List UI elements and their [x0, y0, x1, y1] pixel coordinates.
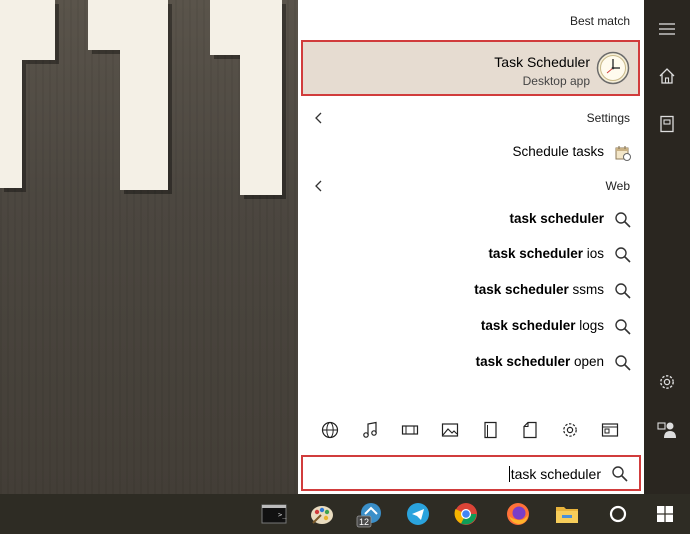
best-match-title: Task Scheduler: [494, 54, 590, 70]
taskbar: >_ 12: [0, 494, 690, 534]
search-filter-bar: [298, 410, 644, 450]
search-box[interactable]: task scheduler: [301, 455, 641, 491]
search-icon: [615, 212, 631, 228]
web-result-label: task scheduler ssms: [474, 282, 604, 297]
chevron-left-icon[interactable]: [311, 178, 327, 194]
schedule-tasks-icon: [615, 146, 631, 161]
web-result-item[interactable]: task scheduler open: [298, 345, 644, 381]
windows-start-icon[interactable]: [651, 500, 679, 528]
wallpaper-letter-shape: [120, 50, 168, 190]
image-icon[interactable]: [440, 420, 460, 440]
gear-icon[interactable]: [644, 362, 690, 402]
web-result-item[interactable]: task scheduler ios: [298, 237, 644, 273]
best-match-header: Best match: [569, 14, 630, 28]
web-result-item[interactable]: task scheduler: [298, 202, 644, 238]
web-result-label: task scheduler: [509, 211, 604, 226]
start-side-rail: [644, 0, 690, 494]
telegram-icon[interactable]: [404, 500, 432, 528]
task-scheduler-clock-icon: [596, 51, 630, 85]
list-item-schedule-tasks[interactable]: Schedule tasks: [298, 135, 644, 171]
user-icon[interactable]: [644, 410, 690, 450]
web-result-label: task scheduler logs: [480, 318, 604, 333]
web-header[interactable]: Web: [606, 179, 630, 193]
music-icon[interactable]: [360, 420, 380, 440]
svg-text:>_: >_: [278, 511, 287, 519]
file-explorer-icon[interactable]: [553, 500, 581, 528]
best-match-subtitle: Desktop app: [522, 74, 590, 88]
chevron-left-icon[interactable]: [311, 110, 327, 126]
web-result-item[interactable]: task scheduler ssms: [298, 273, 644, 309]
wallpaper-letter-shape: [210, 0, 282, 55]
settings-icon[interactable]: [560, 420, 580, 440]
taskbar-badge-count: 12: [359, 517, 369, 527]
search-icon: [612, 466, 628, 482]
wallpaper-letter-shape: [240, 55, 282, 195]
search-icon: [615, 247, 631, 263]
wallpaper-letter-shape: [0, 0, 55, 60]
cortana-icon[interactable]: [604, 500, 632, 528]
search-icon: [615, 319, 631, 335]
best-match-task-scheduler[interactable]: Task Scheduler Desktop app: [301, 40, 640, 96]
folder-icon[interactable]: [480, 420, 500, 440]
firefox-icon[interactable]: [504, 500, 532, 528]
apps-icon[interactable]: [600, 420, 620, 440]
wallpaper-letter-shape: [0, 60, 22, 188]
search-icon: [615, 355, 631, 371]
search-icon: [615, 283, 631, 299]
home-icon[interactable]: [644, 56, 690, 96]
terminal-icon[interactable]: >_: [260, 500, 288, 528]
wallpaper-letter-shape: [88, 0, 168, 50]
search-input[interactable]: task scheduler: [508, 466, 601, 482]
web-result-label: task scheduler ios: [488, 246, 604, 261]
document-icon[interactable]: [520, 420, 540, 440]
paint-icon[interactable]: [308, 500, 336, 528]
web-result-item[interactable]: task scheduler logs: [298, 309, 644, 345]
video-icon[interactable]: [400, 420, 420, 440]
vpn-icon[interactable]: 12: [356, 500, 384, 528]
settings-header[interactable]: Settings: [587, 111, 630, 125]
globe-icon[interactable]: [320, 420, 340, 440]
schedule-tasks-label: Schedule tasks: [512, 144, 604, 159]
chrome-icon[interactable]: [452, 500, 480, 528]
documents-icon[interactable]: [644, 104, 690, 144]
hamburger-icon[interactable]: [644, 9, 690, 49]
web-result-label: task scheduler open: [475, 354, 604, 369]
